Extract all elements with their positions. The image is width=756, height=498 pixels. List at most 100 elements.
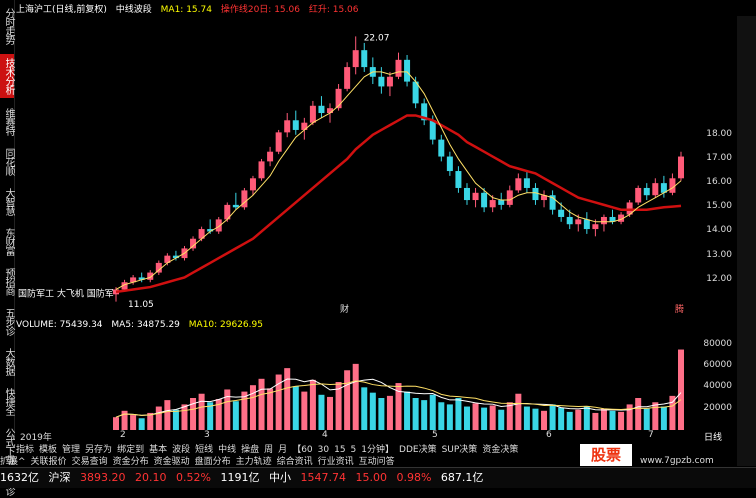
date-tick: 2 (120, 430, 126, 440)
toolbar2-item-4[interactable]: 资金驱动 (154, 457, 190, 467)
toolbar2-item-3[interactable]: 资金分布 (113, 457, 149, 467)
candle-body (404, 59, 411, 82)
candle-body (532, 187, 539, 201)
candle-body (498, 200, 505, 205)
toolbar2-item-5[interactable]: 盘面分布 (195, 457, 231, 467)
volume-bar (386, 395, 393, 430)
volume-bar (489, 405, 496, 430)
volume-bar (446, 404, 453, 430)
candle-body (378, 76, 385, 87)
volume-bar (421, 400, 428, 430)
candle-body (600, 216, 607, 225)
candle-body (446, 156, 453, 172)
status-index-label-1[interactable]: 沪深 (49, 471, 71, 484)
volume-bar (181, 404, 188, 430)
volume-bar (669, 395, 676, 430)
volume-bar (592, 412, 599, 430)
volume-bar (515, 393, 522, 430)
candle-body (506, 190, 513, 205)
volume-bar (549, 404, 556, 430)
volume-bar (344, 370, 351, 430)
toolbar2-item-7[interactable]: 综合资讯 (277, 457, 313, 467)
volume-bar (566, 411, 573, 430)
toolbar2-item-9[interactable]: 互动问答 (359, 457, 395, 467)
status-index-label-2[interactable]: 中小 (269, 471, 291, 484)
candle-body (566, 216, 573, 225)
volume-bar (541, 410, 548, 430)
ma1-label: MA1: 15.74 (160, 5, 212, 15)
toolbar2-item-0[interactable]: 扩展^ (0, 457, 26, 467)
candle-body (284, 120, 291, 133)
rail-item-1[interactable]: 技术分析 (0, 54, 14, 98)
candle-body (481, 192, 488, 208)
price-chart[interactable]: 22.07 11.05 国防军工 大飞机 国防军财 腾 (16, 16, 694, 314)
status-pct-1: 0.52% (176, 471, 211, 484)
candle-body (386, 76, 393, 87)
ma5-volume-label: MA5: 34875.29 (111, 320, 180, 330)
price-tick: 18.00 (706, 128, 732, 139)
price-tick: 14.00 (706, 225, 732, 236)
volume-bar (138, 418, 145, 430)
candle-body (438, 139, 445, 157)
candle-body (309, 105, 316, 123)
toolbar1-item-17[interactable]: DDE决策 (399, 445, 437, 455)
toolbar2-item-1[interactable]: 关联报价 (31, 457, 67, 467)
volume-bar (429, 394, 436, 430)
rail-item-2[interactable]: 维赛特 (0, 104, 14, 138)
rail-item-8[interactable]: 大数据 (0, 344, 14, 378)
volume-bar (618, 411, 625, 430)
indicator-name[interactable]: 中线波段 (116, 5, 152, 15)
volume-bar (463, 406, 470, 430)
volume-chart[interactable] (16, 330, 694, 430)
rail-item-7[interactable]: 五步诊 (0, 304, 14, 338)
volume-bar (284, 368, 291, 430)
rail-item-4[interactable]: 大智慧 (0, 184, 14, 218)
candle-body (232, 204, 239, 208)
volume-bar (660, 406, 667, 430)
extension-toolbar: 扩展^ 关联报价 交易查询 资金分布 资金驱动 盘面分布 主力轨迹 综合资讯 行业资讯 互动问答 (0, 454, 400, 467)
price-tick: 12.00 (706, 273, 732, 284)
volume-bar (361, 387, 368, 430)
volume-bar (532, 408, 539, 430)
volume-bar (609, 410, 616, 430)
date-axis: 2019年 2 3 4 5 6 7 (16, 430, 694, 443)
volume-bar (352, 363, 359, 430)
chart-header: 上海沪工(日线,前复权) 中线波段 MA1: 15.74 操作线20日: 15.… (16, 2, 365, 16)
toolbar2-item-2[interactable]: 交易查询 (72, 457, 108, 467)
candle-body (395, 59, 402, 77)
candle-body (635, 187, 642, 203)
toolbar1-item-18[interactable]: SUP决策 (442, 445, 478, 455)
rail-item-3[interactable]: 同花顺 (0, 144, 14, 178)
volume-bar (600, 408, 607, 430)
volume-bar (643, 408, 650, 430)
volume-bar (241, 391, 248, 430)
volume-bar (558, 407, 565, 430)
volume-bar (369, 392, 376, 430)
period-label[interactable]: 日线 (704, 430, 722, 443)
volume-bar (575, 409, 582, 430)
candle-body (558, 209, 565, 217)
rail-item-6[interactable]: 预招商 (0, 264, 14, 298)
volume-bar (232, 401, 239, 430)
rail-item-0[interactable]: 分时走势 (0, 4, 14, 48)
rail-item-9[interactable]: 快捷全 (0, 384, 14, 418)
volume-tick: 60000 (703, 360, 732, 370)
volume-tick: 40000 (703, 381, 732, 392)
volume-bar (472, 403, 479, 430)
candle-body (678, 156, 684, 179)
date-tick: 6 (546, 430, 552, 440)
rail-item-5[interactable]: 东财富 (0, 224, 14, 258)
toolbar2-item-8[interactable]: 行业资讯 (318, 457, 354, 467)
ma10-volume-label: MA10: 29626.95 (188, 320, 263, 330)
volume-bar (198, 393, 205, 430)
toolbar2-item-6[interactable]: 主力轨迹 (236, 457, 272, 467)
site-watermark: www.7gpzb.com (640, 456, 714, 466)
stock-title: 上海沪工(日线,前复权) (16, 5, 107, 15)
candle-body (267, 151, 274, 162)
status-change-2: 15.00 (355, 471, 387, 484)
volume-bar (155, 406, 162, 430)
candle-body (361, 50, 368, 68)
candle-body (463, 187, 470, 201)
toolbar1-item-19[interactable]: 资金决策 (482, 445, 518, 455)
candle-body (352, 50, 359, 68)
